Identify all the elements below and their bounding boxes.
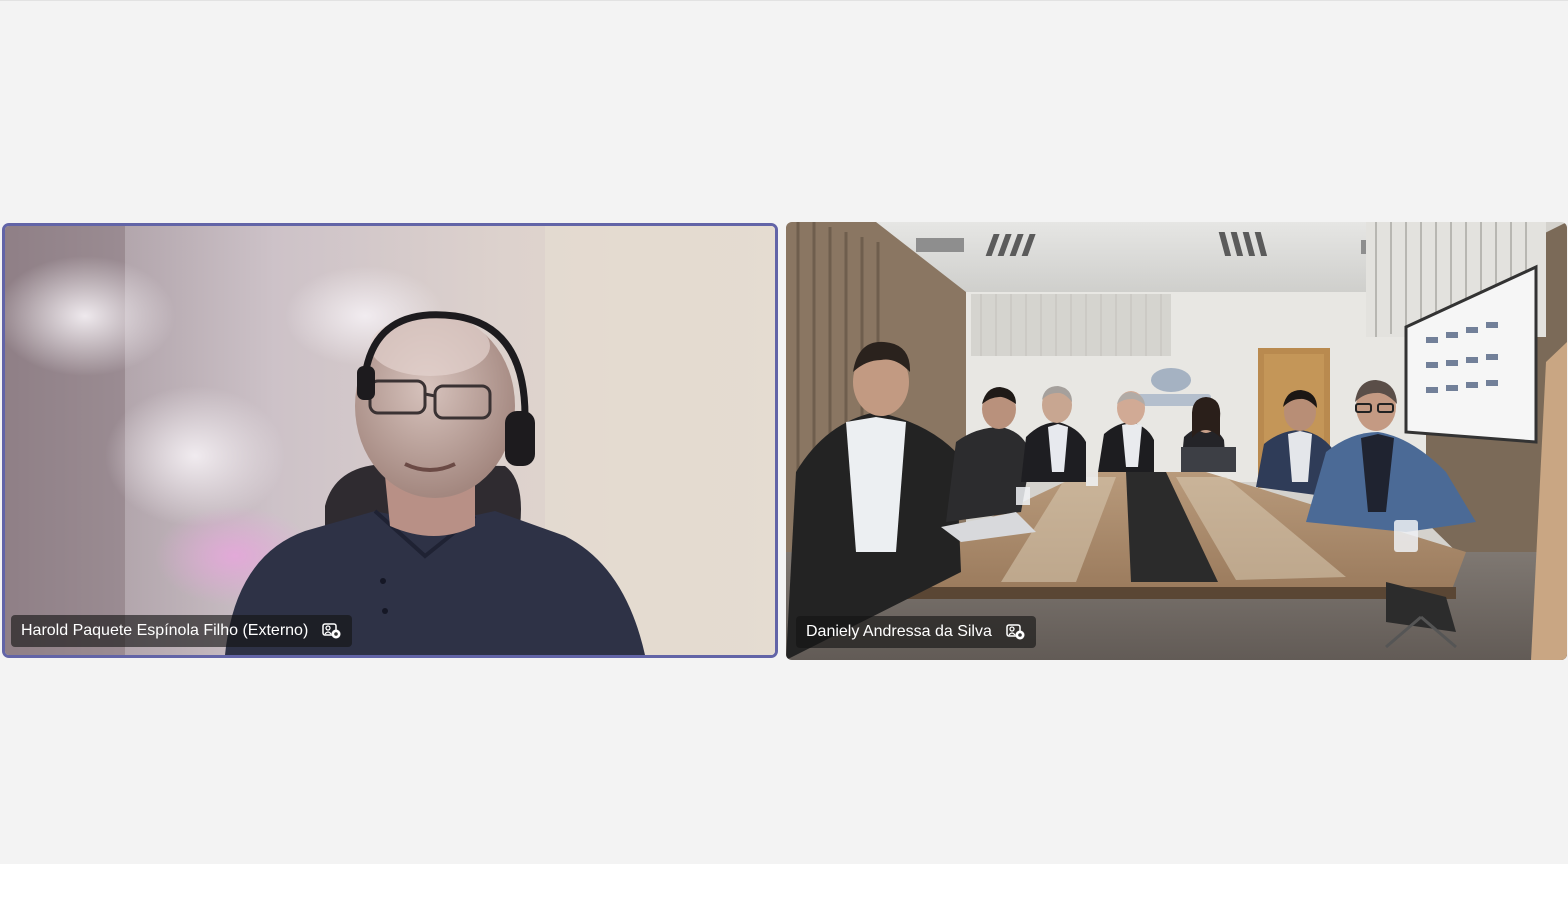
participant-video-harold [5, 226, 775, 655]
call-stage: Harold Paquete Espínola Filho (Externo) [0, 0, 1568, 864]
participant-tile-daniely[interactable]: Daniely Andressa da Silva [786, 222, 1567, 660]
participant-name: Harold Paquete Espínola Filho (Externo) [21, 622, 309, 639]
participant-name-tag: Harold Paquete Espínola Filho (Externo) [11, 615, 353, 647]
camera-participant-icon [1006, 623, 1026, 641]
participant-tile-harold[interactable]: Harold Paquete Espínola Filho (Externo) [2, 223, 778, 658]
camera-participant-icon [322, 622, 342, 640]
bottom-strip [0, 864, 1568, 901]
participant-name-tag: Daniely Andressa da Silva [796, 616, 1036, 648]
participant-name: Daniely Andressa da Silva [806, 623, 992, 640]
participant-video-daniely [786, 222, 1567, 660]
